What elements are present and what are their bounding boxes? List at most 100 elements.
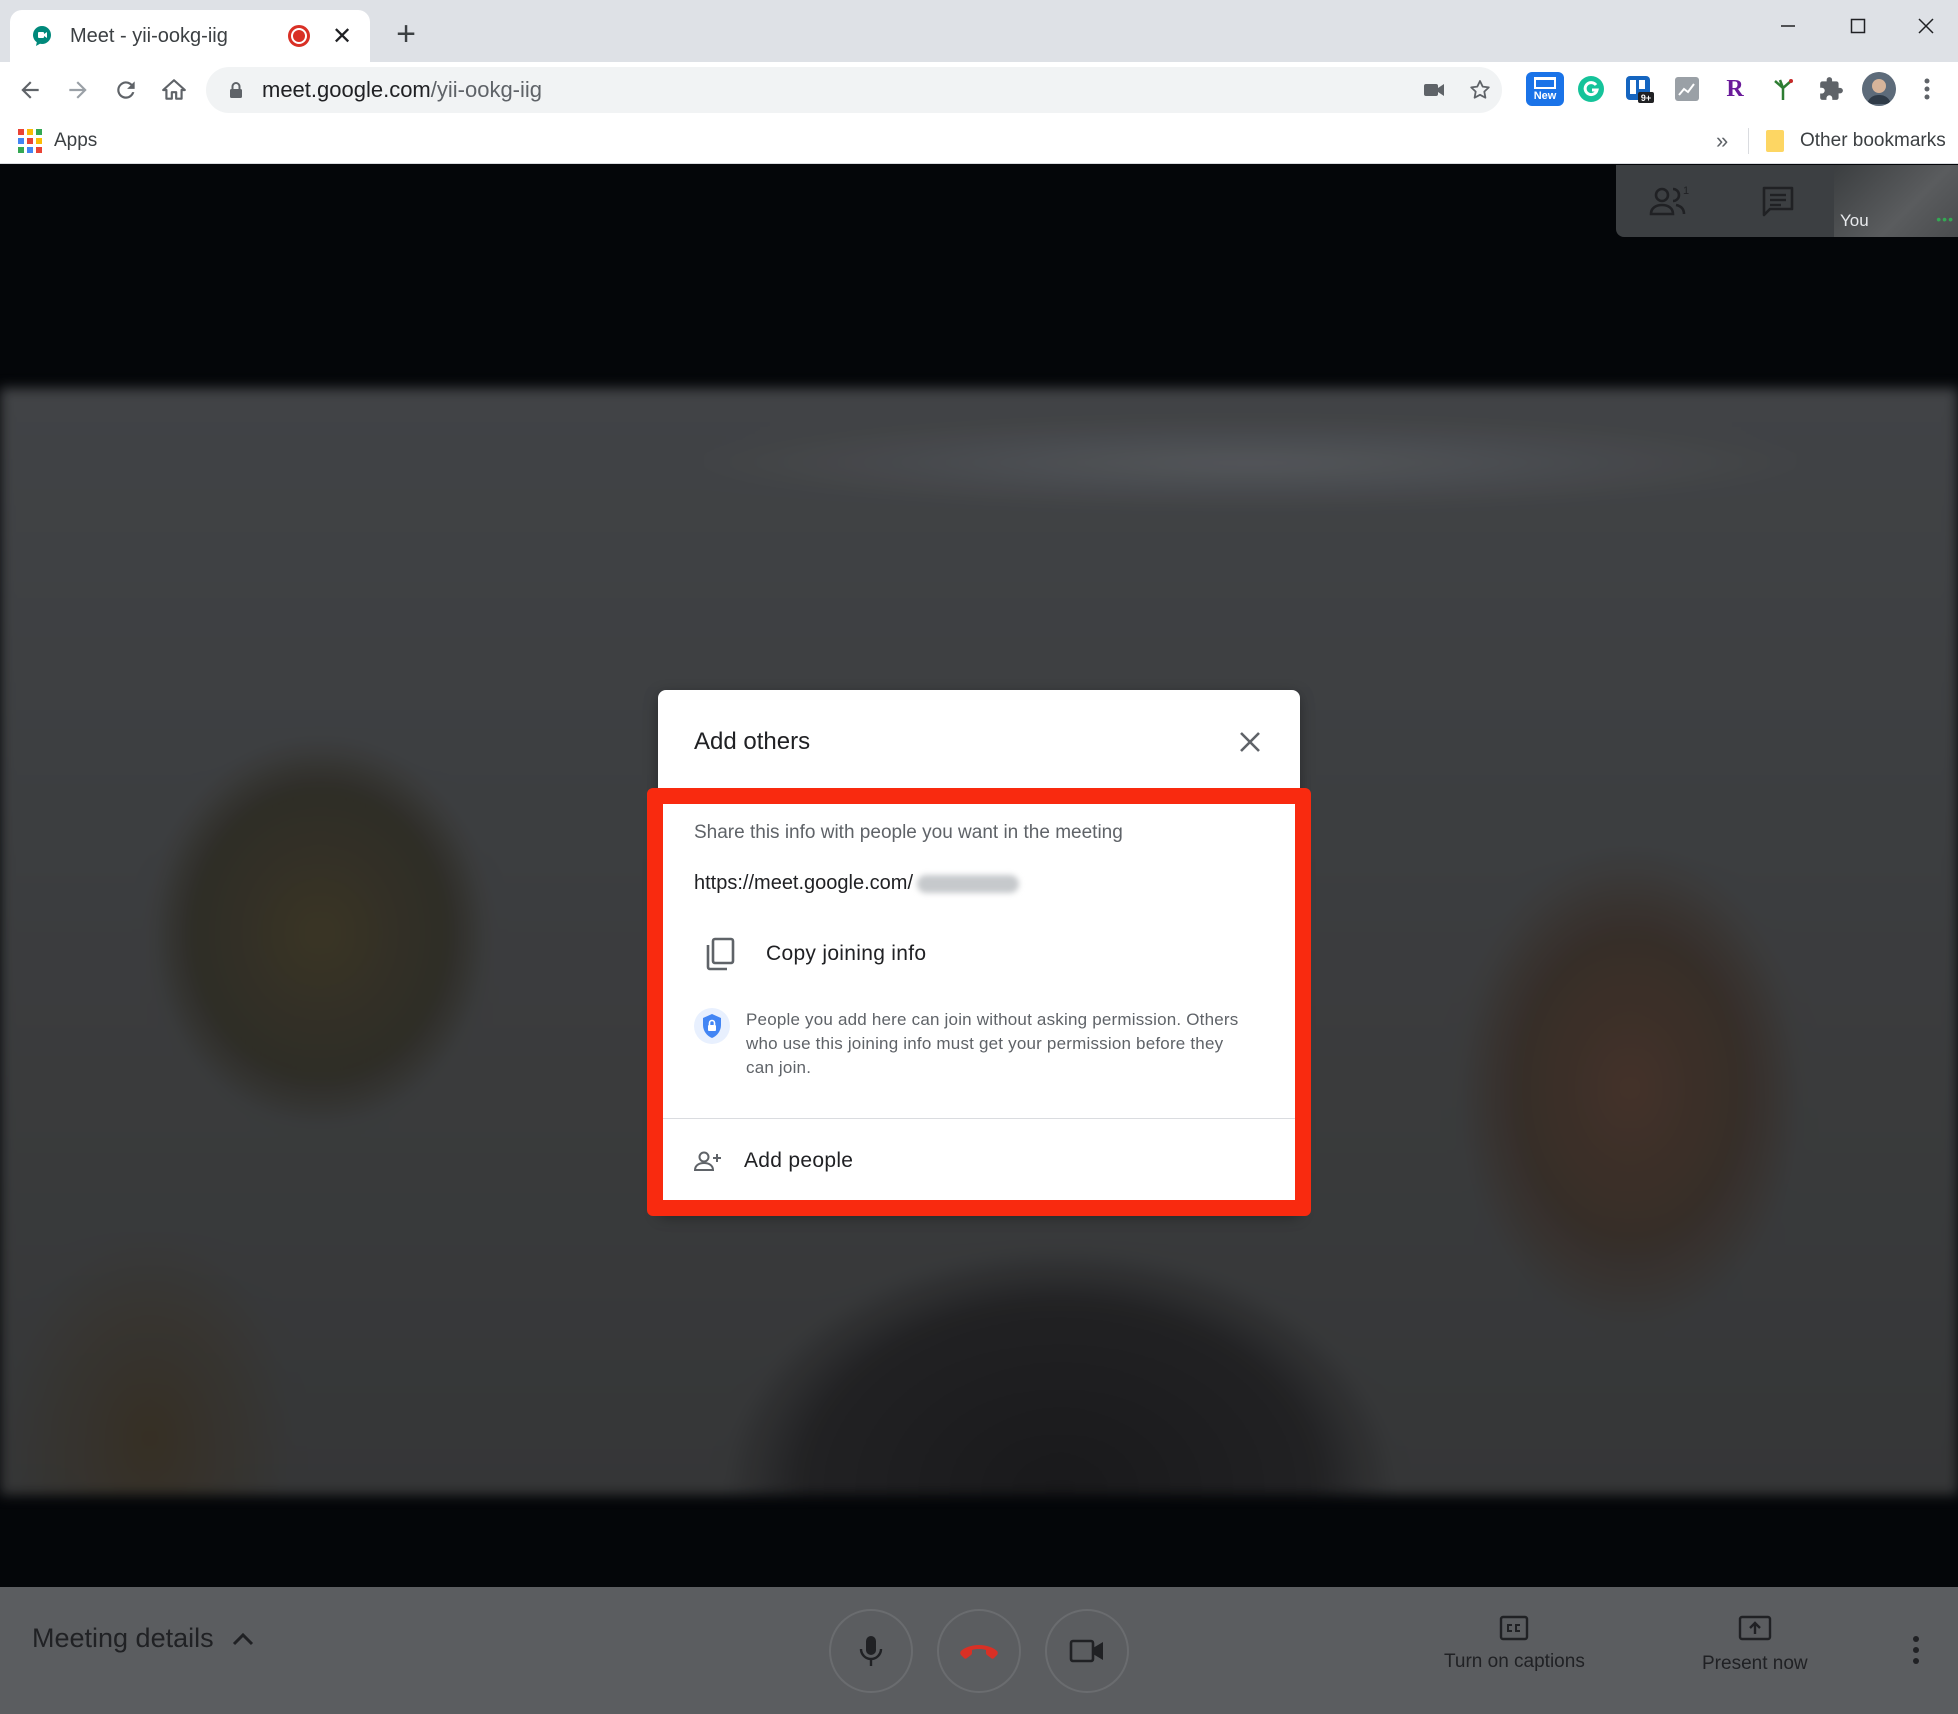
r-extension[interactable]: R xyxy=(1718,72,1752,106)
microphone-button[interactable] xyxy=(829,1609,913,1693)
top-right-panel: 1 You ••• xyxy=(1616,165,1958,237)
back-arrow-icon xyxy=(21,81,39,99)
tab-title: Meet - yii-ookg-iig xyxy=(70,24,228,47)
board-extension-icon: 9+ xyxy=(1626,76,1654,103)
meeting-details-button[interactable]: Meeting details xyxy=(32,1623,254,1654)
grammarly-extension[interactable] xyxy=(1574,72,1608,106)
chat-icon xyxy=(1762,186,1794,217)
tab-bar: Meet - yii-ookg-iig ✕ + xyxy=(0,0,1958,62)
trello-extension[interactable]: 9+ xyxy=(1622,72,1656,106)
redacted-meeting-code xyxy=(917,874,1020,893)
copy-joining-info-button[interactable]: Copy joining info xyxy=(694,926,926,982)
copy-joining-info-label: Copy joining info xyxy=(766,942,927,965)
microphone-icon xyxy=(859,1636,883,1666)
address-bar[interactable]: meet.google.com/yii-ookg-iig xyxy=(206,67,1502,113)
apps-label: Apps xyxy=(54,130,98,151)
browser-toolbar: meet.google.com/yii-ookg-iig New 9+ R xyxy=(0,62,1958,118)
more-vert-icon xyxy=(1924,78,1930,100)
home-button[interactable] xyxy=(154,70,194,110)
self-view-tile[interactable]: You ••• xyxy=(1834,165,1958,237)
permission-text: People you add here can join without ask… xyxy=(746,1010,1239,1077)
tab-close-icon[interactable]: ✕ xyxy=(328,22,356,51)
extension-count-badge: 9+ xyxy=(1641,93,1651,103)
forward-button[interactable] xyxy=(58,70,98,110)
bookmark-star-button[interactable] xyxy=(1460,67,1500,113)
extension-new-badge: New xyxy=(1533,90,1557,102)
participants-button[interactable]: 1 xyxy=(1616,165,1724,237)
add-person-icon-wrap xyxy=(694,1147,722,1175)
url-host: meet.google.com xyxy=(262,77,431,102)
meet-stage: 1 You ••• Add others Share this info wit… xyxy=(0,165,1958,1714)
add-others-dialog: Add others Share this info with people y… xyxy=(647,690,1311,1216)
lock-icon xyxy=(230,82,242,98)
meeting-link[interactable]: https://meet.google.com/ xyxy=(694,872,1020,895)
forward-arrow-icon xyxy=(69,81,87,99)
url-path: /yii-ookg-iig xyxy=(430,77,543,102)
camera-indicator-button[interactable] xyxy=(1414,67,1454,113)
add-people-label: Add people xyxy=(744,1149,854,1172)
home-icon xyxy=(162,79,186,100)
extensions-menu-button[interactable] xyxy=(1814,72,1848,106)
new-tab-button[interactable]: + xyxy=(386,14,426,54)
shield-lock-icon xyxy=(694,1008,730,1044)
close-window-icon xyxy=(1918,18,1934,34)
more-options-dot xyxy=(1913,1636,1919,1642)
reload-button[interactable] xyxy=(106,70,146,110)
browser-tab[interactable]: Meet - yii-ookg-iig ✕ xyxy=(10,10,370,62)
star-icon xyxy=(1470,80,1490,99)
window-extension-icon xyxy=(1534,77,1556,89)
self-view-label: You xyxy=(1840,211,1869,230)
close-icon xyxy=(1240,732,1260,752)
chat-button[interactable] xyxy=(1724,165,1832,237)
hang-up-button[interactable] xyxy=(937,1609,1021,1693)
present-now-label: Present now xyxy=(1702,1653,1808,1674)
bird-extension[interactable] xyxy=(1766,72,1800,106)
bottom-control-bar: Meeting details Turn on captions Present… xyxy=(0,1587,1958,1714)
profile-avatar[interactable] xyxy=(1862,72,1896,106)
extension-new[interactable]: New xyxy=(1526,72,1564,106)
camera-button[interactable] xyxy=(1045,1609,1129,1693)
bookmarks-bar: Apps » Other bookmarks xyxy=(0,118,1958,164)
apps-bookmark[interactable]: Apps xyxy=(18,126,97,156)
minimize-button[interactable] xyxy=(1758,6,1818,46)
other-bookmarks-label: Other bookmarks xyxy=(1800,130,1946,151)
people-icon: 1 xyxy=(1649,185,1689,216)
bird-icon xyxy=(1774,79,1793,100)
minimize-icon xyxy=(1781,25,1795,27)
participants-count: 1 xyxy=(1683,185,1689,197)
back-button[interactable] xyxy=(10,70,50,110)
present-screen-icon xyxy=(1738,1615,1772,1641)
dialog-close-button[interactable] xyxy=(1232,724,1268,760)
bookmarks-overflow-button[interactable]: » xyxy=(1716,128,1728,154)
maximize-icon xyxy=(1850,18,1866,34)
audio-activity-icon: ••• xyxy=(1936,211,1954,227)
reload-icon xyxy=(117,81,135,99)
meeting-link-text: https://meet.google.com/ xyxy=(694,872,914,894)
more-options-dot xyxy=(1913,1658,1919,1664)
meeting-details-label: Meeting details xyxy=(32,1623,214,1653)
hang-up-icon xyxy=(960,1645,998,1659)
recording-indicator-icon xyxy=(288,25,310,47)
video-camera-icon xyxy=(1069,1639,1103,1663)
permission-notice: People you add here can join without ask… xyxy=(694,1008,1254,1080)
meet-favicon-icon xyxy=(33,26,51,46)
captions-button[interactable]: Turn on captions xyxy=(1444,1615,1585,1673)
puzzle-icon xyxy=(1820,77,1843,100)
captions-label: Turn on captions xyxy=(1444,1651,1585,1672)
gray-extension[interactable] xyxy=(1670,72,1704,106)
folder-icon xyxy=(1766,130,1784,152)
other-bookmarks-folder[interactable]: Other bookmarks xyxy=(1766,126,1946,156)
present-now-button[interactable]: Present now xyxy=(1702,1615,1808,1675)
browser-menu-button[interactable] xyxy=(1910,72,1944,106)
add-people-button[interactable]: Add people xyxy=(694,1138,853,1184)
grammarly-icon xyxy=(1578,76,1604,102)
dialog-divider xyxy=(658,1118,1300,1119)
close-window-button[interactable] xyxy=(1896,6,1956,46)
closed-captions-icon xyxy=(1500,1615,1529,1641)
camera-indicator-icon xyxy=(1424,84,1444,96)
add-person-icon xyxy=(694,1151,721,1171)
more-options-button[interactable] xyxy=(1898,1627,1934,1673)
copy-icon xyxy=(706,937,735,971)
copy-icon-wrap xyxy=(694,928,746,980)
maximize-button[interactable] xyxy=(1828,6,1888,46)
